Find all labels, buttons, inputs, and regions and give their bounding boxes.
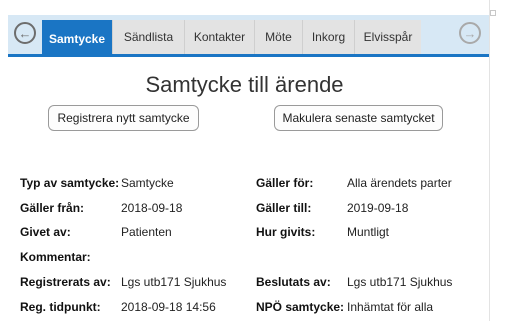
given-by-value: Patienten [121, 225, 172, 239]
page-title: Samtycke till ärende [145, 72, 344, 97]
reg-time-value: 2018-09-18 14:56 [121, 300, 216, 314]
tab-samtycke[interactable]: Samtycke [42, 20, 112, 57]
applies-to-value: Alla ärendets parter [347, 176, 452, 190]
valid-to-value: 2019-09-18 [347, 201, 409, 215]
npo-consent-value: Inhämtat för alla [347, 300, 434, 314]
tab-inkorg[interactable]: Inkorg [302, 20, 354, 54]
register-consent-button[interactable]: Registrera nytt samtycke [48, 105, 199, 131]
valid-from-label: Gäller från: [20, 201, 85, 215]
window-border [489, 0, 490, 321]
consent-type-value: Samtycke [121, 176, 174, 190]
comment-label: Kommentar: [20, 250, 91, 264]
npo-consent-label: NPÖ samtycke: [256, 300, 345, 314]
registered-by-value: Lgs utb171 Sjukhus [121, 275, 227, 289]
tab-elvisspar[interactable]: Elvisspår [354, 20, 421, 54]
arrow-left-circle-icon[interactable]: ← [14, 22, 36, 44]
window-handle[interactable] [490, 10, 496, 16]
tab-kontakter[interactable]: Kontakter [184, 20, 254, 54]
tab-bar: ← Samtycke Sändlista Kontakter Möte Inko… [8, 15, 489, 57]
valid-from-value: 2018-09-18 [121, 201, 183, 215]
consent-type-label: Typ av samtycke: [20, 176, 120, 190]
reg-time-label: Reg. tidpunkt: [20, 300, 101, 314]
arrow-right-circle-icon[interactable]: → [459, 22, 481, 44]
valid-to-label: Gäller till: [256, 201, 312, 215]
applies-to-label: Gäller för: [256, 176, 314, 190]
decided-by-label: Beslutats av: [256, 275, 331, 289]
given-by-label: Givet av: [20, 225, 71, 239]
registered-by-label: Registrerats av: [20, 275, 111, 289]
app-window: ← Samtycke Sändlista Kontakter Möte Inko… [0, 0, 506, 321]
how-given-value: Muntligt [347, 225, 390, 239]
tab-mote[interactable]: Möte [254, 20, 302, 54]
tab-sandlista[interactable]: Sändlista [112, 20, 184, 54]
how-given-label: Hur givits: [256, 225, 316, 239]
decided-by-value: Lgs utb171 Sjukhus [347, 275, 453, 289]
cancel-latest-consent-button[interactable]: Makulera senaste samtycket [274, 105, 443, 131]
